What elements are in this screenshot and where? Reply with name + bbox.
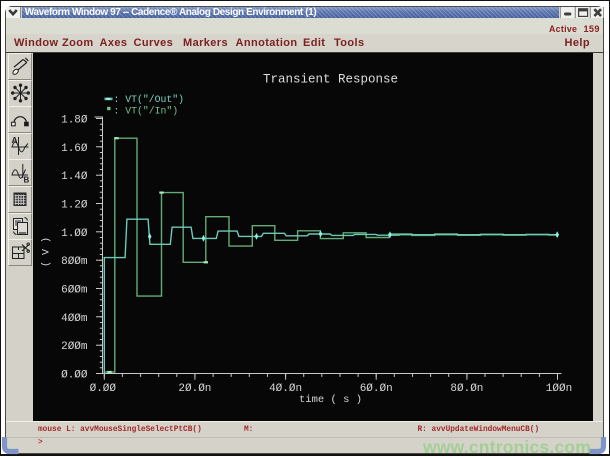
- svg-text:2Ø.Øn: 2Ø.Øn: [178, 383, 211, 395]
- svg-text:8Ø.Øn: 8Ø.Øn: [450, 383, 483, 395]
- svg-text:: VT("/Out"): : VT("/Out"): [113, 94, 184, 105]
- svg-text:Transient Response: Transient Response: [262, 72, 397, 86]
- svg-text:1.6Ø: 1.6Ø: [61, 142, 88, 154]
- svg-text:8ØØm: 8ØØm: [61, 256, 88, 268]
- svg-text:Ø.ØØ: Ø.ØØ: [89, 383, 116, 395]
- svg-text:4ØØm: 4ØØm: [61, 312, 88, 324]
- svg-text:B: B: [24, 176, 30, 185]
- svg-text:1.2Ø: 1.2Ø: [61, 199, 88, 211]
- svg-text:1.4Ø: 1.4Ø: [61, 171, 88, 183]
- svg-text:6Ø.Øn: 6Ø.Øn: [359, 383, 392, 395]
- svg-text:2ØØm: 2ØØm: [61, 341, 88, 353]
- svg-text:1.ØØ: 1.ØØ: [61, 227, 88, 239]
- svg-text:1.8Ø: 1.8Ø: [61, 114, 88, 126]
- svg-text:time ( s ): time ( s ): [298, 394, 361, 406]
- svg-text:( V ): ( V ): [40, 236, 52, 266]
- svg-text:: VT("/In"): : VT("/In"): [113, 105, 178, 116]
- svg-text:1ØØn: 1ØØn: [545, 383, 571, 395]
- svg-text:4Ø.Øn: 4Ø.Øn: [269, 383, 302, 395]
- svg-text:Ø.ØØ: Ø.ØØ: [61, 369, 88, 381]
- svg-text:6ØØm: 6ØØm: [61, 284, 88, 296]
